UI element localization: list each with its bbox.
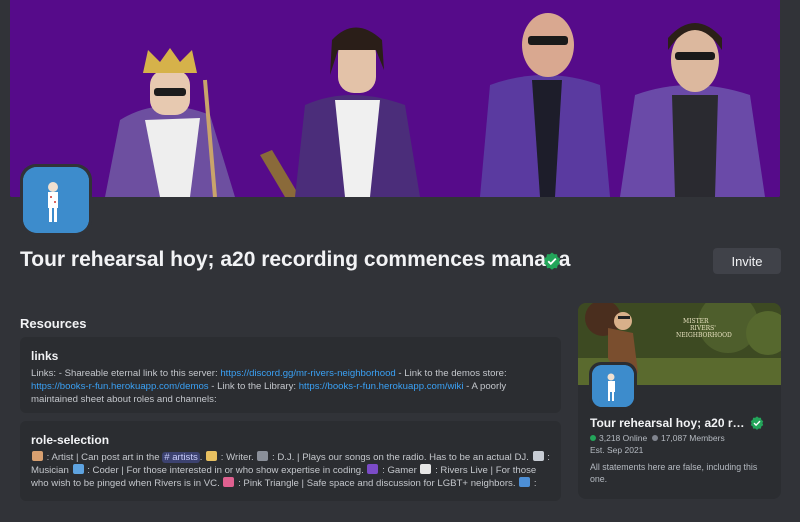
verified-check-icon xyxy=(750,416,764,430)
resource-text: : Pink Triangle | Safe space and discuss… xyxy=(235,478,519,489)
svg-text:MISTER: MISTER xyxy=(683,318,709,325)
resource-link[interactable]: https://discord.gg/mr-rivers-neighborhoo… xyxy=(220,368,395,379)
channel-mention[interactable]: # artists xyxy=(162,452,200,463)
invite-button[interactable]: Invite xyxy=(713,248,781,274)
server-preview-icon xyxy=(589,362,637,410)
resource-text: : Artist | Can post art in the xyxy=(44,452,163,463)
role-emoji-icon xyxy=(519,477,531,487)
resource-text: - Link to the demos store: xyxy=(395,368,507,379)
rivers-figure-icon xyxy=(592,365,634,407)
resource-card-title: links xyxy=(31,349,59,363)
role-emoji-icon xyxy=(367,464,379,474)
server-description: All statements here are false, including… xyxy=(590,462,758,484)
online-dot-icon xyxy=(590,435,596,441)
role-emoji-icon xyxy=(32,451,43,461)
svg-text:NEIGHBORHOOD: NEIGHBORHOOD xyxy=(676,332,732,339)
verified-check-icon xyxy=(544,252,560,270)
svg-text:RIVERS': RIVERS' xyxy=(690,325,716,332)
resource-link[interactable]: https://books-r-fun.herokuapp.com/wiki xyxy=(299,381,464,392)
resource-text: : Writer. xyxy=(218,452,257,463)
resource-text: : Coder | For those interested in or who… xyxy=(84,465,367,476)
server-preview-stats: 3,218 Online 17,087 Members xyxy=(590,433,725,443)
resources-heading: Resources xyxy=(20,316,87,331)
resource-card-links[interactable]: links Links: - Shareable eternal link to… xyxy=(20,337,561,413)
resource-text: Links: - Shareable eternal link to this … xyxy=(31,368,221,379)
resource-card-body: : Artist | Can post art in the # artists… xyxy=(31,451,551,490)
resource-card-title: role-selection xyxy=(31,433,110,447)
member-count: 17,087 Members xyxy=(660,433,725,443)
role-emoji-icon xyxy=(532,451,544,461)
resource-link[interactable]: https://books-r-fun.herokuapp.com/demos xyxy=(31,381,209,392)
role-emoji-icon xyxy=(72,464,84,474)
role-emoji-icon xyxy=(257,451,269,461)
role-emoji-icon xyxy=(206,451,218,461)
server-title-row: Tour rehearsal hoy; a20 recording commen… xyxy=(20,248,780,276)
role-emoji-icon xyxy=(223,477,235,487)
rivers-figure-icon xyxy=(23,167,89,233)
server-title: Tour rehearsal hoy; a20 recording commen… xyxy=(20,248,571,271)
role-emoji-icon xyxy=(420,464,432,474)
online-count: 3,218 Online xyxy=(599,433,648,443)
members-dot-icon xyxy=(651,435,658,441)
resource-card-body: Links: - Shareable eternal link to this … xyxy=(31,367,551,406)
resource-text: : D.J. | Plays our songs on the radio. H… xyxy=(269,452,532,463)
resource-text: : Gamer xyxy=(379,465,420,476)
resource-card-role-selection[interactable]: role-selection : Artist | Can post art i… xyxy=(20,421,561,501)
server-preview-name: Tour rehearsal hoy; a20 recordi... xyxy=(590,416,750,430)
server-established: Est. Sep 2021 xyxy=(590,445,644,455)
server-icon xyxy=(20,164,92,236)
resource-text: - Link to the Library: xyxy=(208,381,299,392)
banner-band-photo xyxy=(10,0,780,197)
server-preview-card[interactable]: MISTER RIVERS' NEIGHBORHOOD Tour rehears… xyxy=(578,303,781,499)
server-banner xyxy=(10,0,780,197)
resource-text: . xyxy=(199,452,206,463)
